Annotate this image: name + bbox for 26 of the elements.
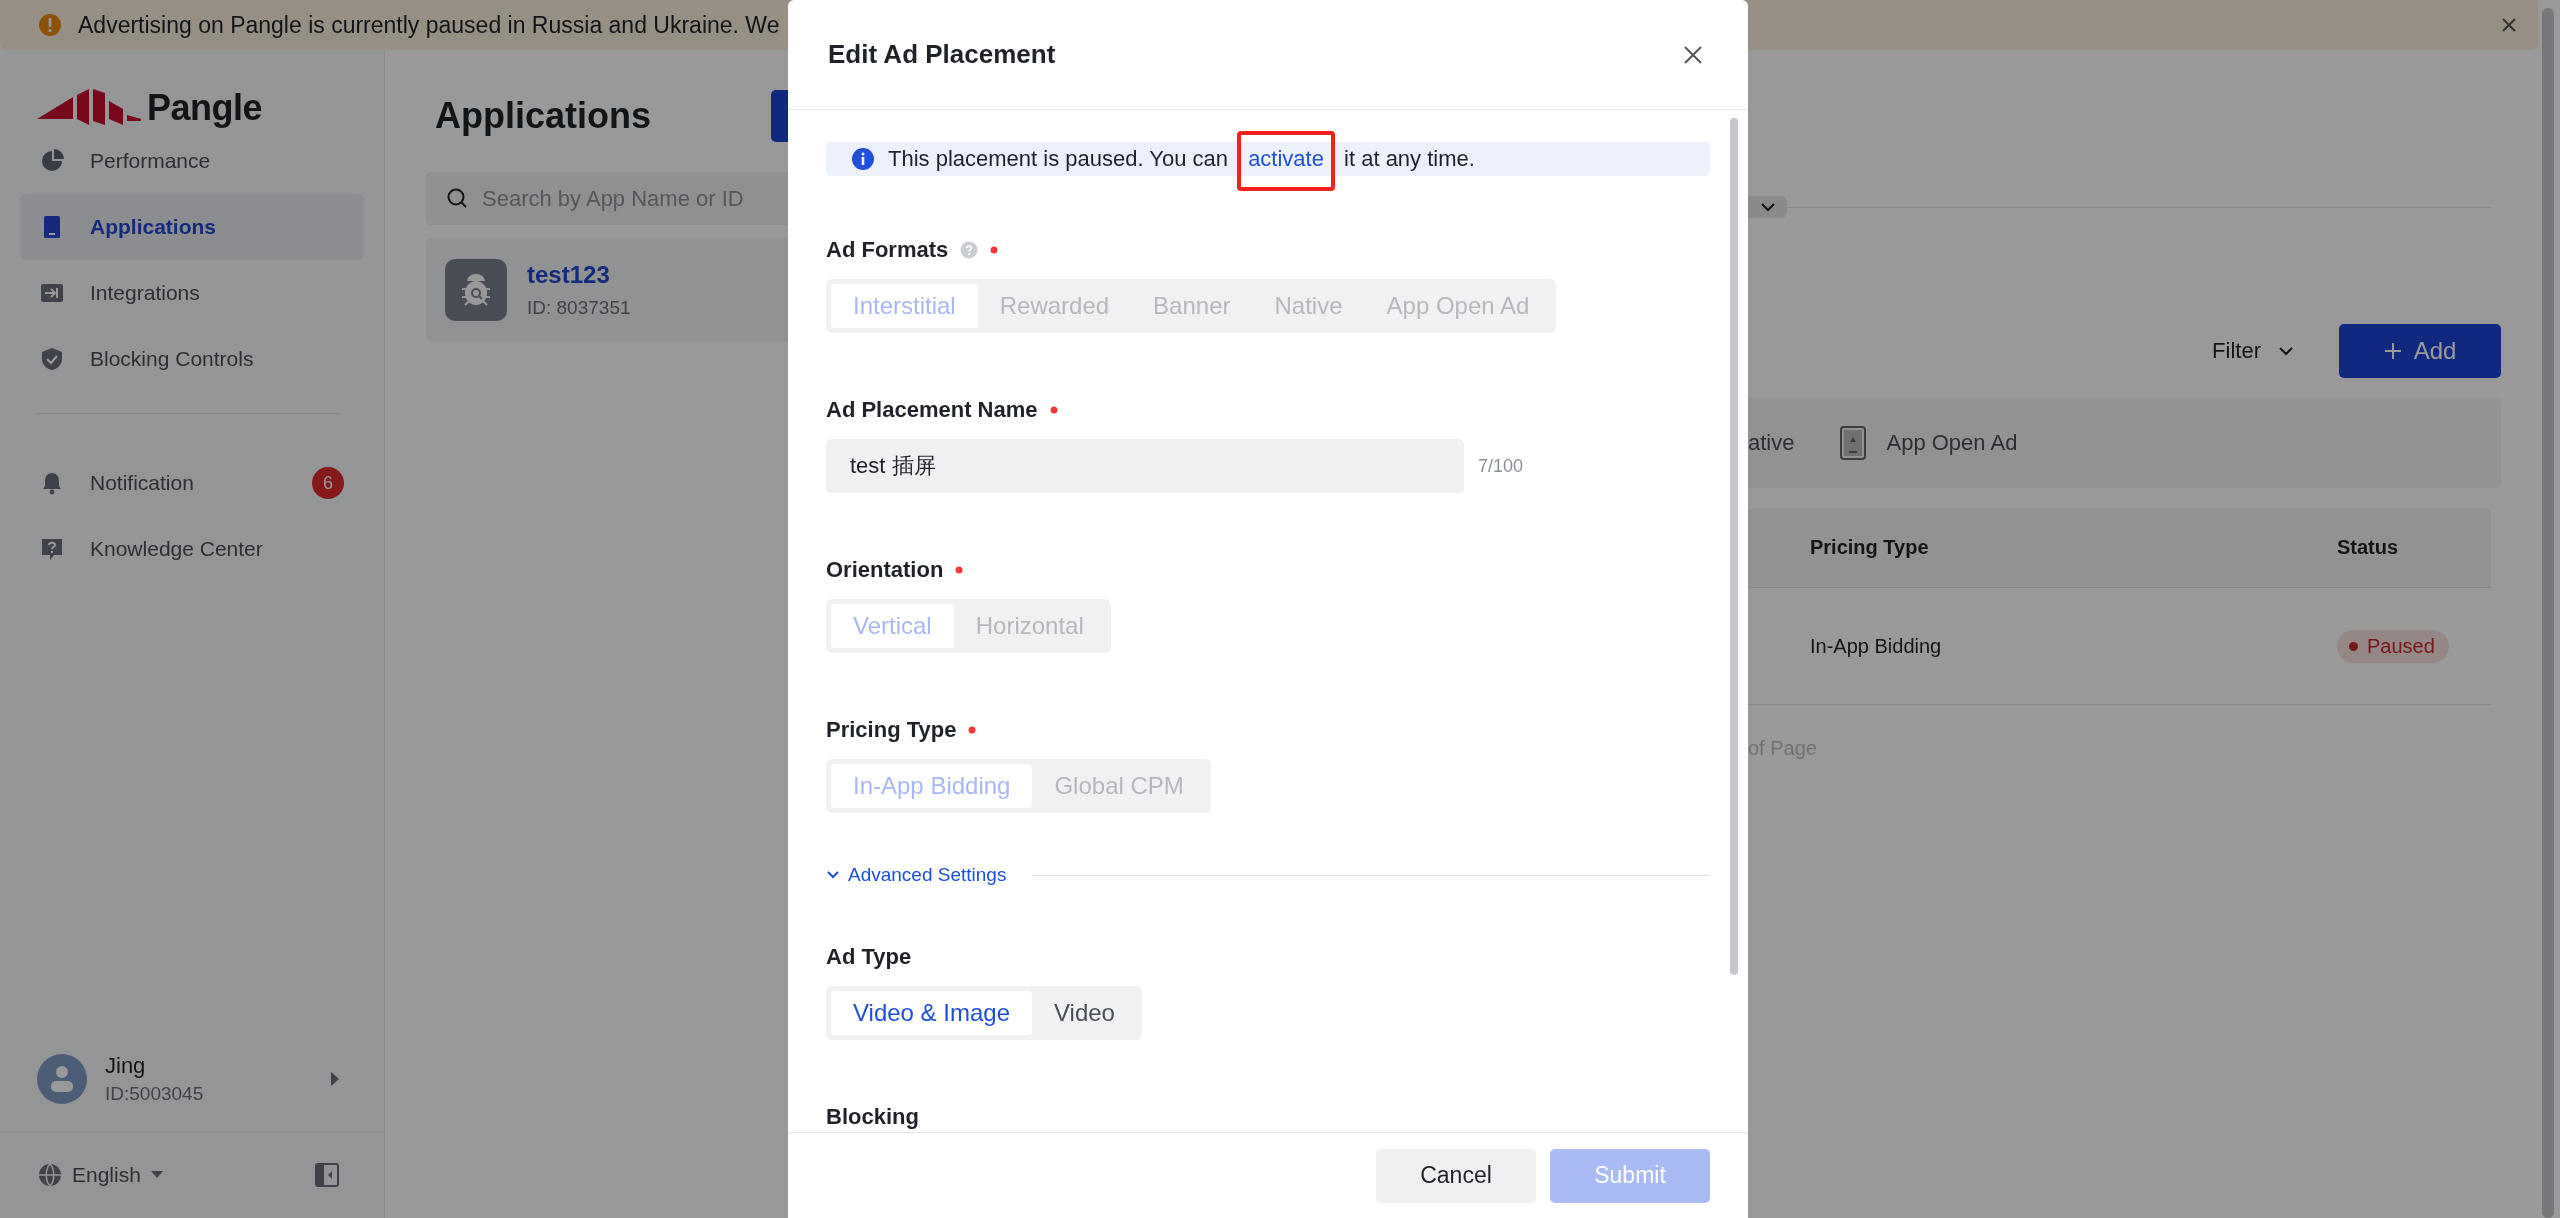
field-label: Ad Placement Name bbox=[826, 397, 1038, 423]
banner-text: Advertising on Pangle is currently paused in Russia and Ukraine. We bbox=[78, 11, 780, 39]
user-id: ID:5003045 bbox=[105, 1083, 204, 1105]
user-name: Jing bbox=[105, 1053, 147, 1079]
table-cell-text: In-App Bidding bbox=[1810, 634, 1943, 658]
nav-label: Blocking Controls bbox=[90, 347, 254, 371]
field-label: Orientation bbox=[826, 557, 944, 583]
nav-label: Knowledge Center bbox=[90, 537, 263, 561]
character-counter: 7/100 bbox=[1478, 455, 1524, 477]
modal-title: Edit Ad Placement bbox=[828, 39, 1056, 70]
field-label: Ad Formats bbox=[826, 237, 949, 263]
section-heading: Blocking bbox=[826, 1103, 919, 1131]
nav-label: Integrations bbox=[90, 281, 200, 305]
page-title: Applications bbox=[435, 95, 652, 137]
app-id: ID: 8037351 bbox=[527, 297, 631, 319]
field-label: Ad Type bbox=[826, 944, 912, 970]
column-header: Status bbox=[2337, 536, 2400, 559]
nav-label: Performance bbox=[90, 149, 211, 173]
nav-label: Applications bbox=[90, 215, 216, 239]
column-header: Pricing Type bbox=[1810, 536, 1930, 559]
alert-message: This placement is paused. You can activate it at any time. bbox=[888, 146, 1475, 172]
count-badge: 6 bbox=[312, 467, 344, 499]
status-badge: Paused bbox=[2337, 629, 2449, 663]
nav-label: Notification bbox=[90, 471, 194, 495]
logo-text: Pangle bbox=[147, 87, 263, 129]
field-label: Pricing Type bbox=[826, 717, 957, 743]
